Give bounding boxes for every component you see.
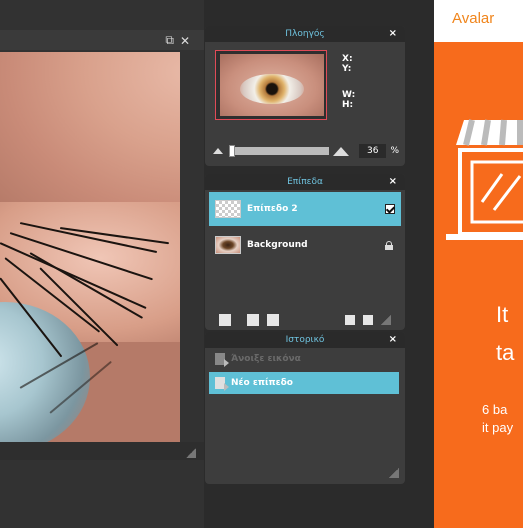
- navigator-header[interactable]: Πλοηγός ×: [205, 26, 405, 42]
- trash-icon[interactable]: [363, 315, 373, 325]
- zoom-slider-handle[interactable]: [229, 145, 235, 157]
- ad-subtext: 6 ba it pay: [482, 401, 513, 437]
- resize-grip-icon[interactable]: [389, 468, 399, 478]
- layer-name: Background: [247, 240, 308, 250]
- resize-grip-icon[interactable]: [381, 315, 391, 325]
- history-item-new-layer[interactable]: Νέο επίπεδο: [209, 372, 399, 394]
- workspace-gap: [405, 0, 434, 528]
- resize-grip-icon[interactable]: [186, 448, 196, 458]
- ad-header: Avalar: [434, 0, 523, 42]
- history-header[interactable]: Ιστορικό ×: [205, 332, 405, 348]
- history-item-open-image[interactable]: Άνοιξε εικόνα: [209, 348, 399, 370]
- navigator-coordinates: X: Y: W: H:: [342, 54, 355, 110]
- lock-icon: [385, 240, 393, 250]
- ad-subtext-line: 6 ba: [482, 402, 508, 417]
- navigator-panel: Πλοηγός × X: Y: W: H: 36 %: [205, 26, 405, 166]
- history-step-icon: [215, 377, 229, 391]
- layer-row-background[interactable]: Background: [209, 228, 401, 262]
- layer-thumbnail: [215, 236, 241, 254]
- layer-row-layer2[interactable]: Επίπεδο 2: [209, 192, 401, 226]
- history-panel: Ιστορικό × Άνοιξε εικόνα Νέο επίπεδο: [205, 332, 405, 484]
- layer-effects-icon[interactable]: [267, 314, 279, 326]
- layer-name: Επίπεδο 2: [247, 204, 298, 214]
- x-label: X:: [342, 54, 353, 64]
- ad-subtext-line: it pay: [482, 420, 514, 435]
- navigator-title: Πλοηγός: [285, 29, 325, 39]
- layer-settings-icon[interactable]: [219, 314, 231, 326]
- zoom-in-icon[interactable]: [333, 146, 349, 156]
- layer-visibility-checkbox[interactable]: [385, 204, 395, 214]
- close-document-icon[interactable]: ✕: [180, 34, 190, 48]
- history-close-button[interactable]: ×: [389, 332, 397, 348]
- ad-headline-line: ta: [496, 340, 515, 365]
- restore-window-icon[interactable]: ⧉: [165, 33, 174, 48]
- history-title: Ιστορικό: [285, 335, 325, 345]
- w-label: W:: [342, 90, 356, 100]
- h-label: H:: [342, 100, 354, 110]
- zoom-value-input[interactable]: 36: [359, 144, 387, 158]
- new-layer-icon[interactable]: [345, 315, 355, 325]
- zoom-out-icon[interactable]: [213, 148, 223, 154]
- layers-toolbar: [205, 310, 405, 330]
- advertisement-panel[interactable]: Avalar It ta 6 ba it pay: [434, 0, 523, 528]
- document-statusbar: [0, 442, 204, 460]
- ad-logo[interactable]: Avalar: [452, 10, 494, 27]
- document-window: ⧉ ✕: [0, 0, 204, 528]
- layers-title: Επίπεδα: [287, 177, 323, 187]
- layer-thumbnail: [215, 200, 241, 218]
- ad-headline-line: It: [496, 302, 509, 327]
- navigator-eye-image: [240, 74, 304, 104]
- navigator-thumbnail[interactable]: [215, 50, 327, 120]
- document-titlebar: ⧉ ✕: [0, 30, 204, 50]
- layers-panel: Επίπεδα × Επίπεδο 2 Background: [205, 174, 405, 330]
- layers-close-button[interactable]: ×: [389, 174, 397, 190]
- zoom-unit-label: %: [390, 146, 399, 156]
- zoom-controls: 36 %: [213, 144, 399, 158]
- navigator-thumbnail-image: [220, 54, 324, 116]
- image-canvas[interactable]: [0, 52, 180, 442]
- history-item-label: Νέο επίπεδο: [231, 378, 293, 388]
- storefront-icon: [446, 119, 523, 240]
- layers-header[interactable]: Επίπεδα ×: [205, 174, 405, 190]
- layer-mask-icon[interactable]: [247, 314, 259, 326]
- history-step-icon: [215, 353, 229, 367]
- ad-headline: It ta: [496, 296, 514, 372]
- zoom-slider[interactable]: [229, 145, 329, 157]
- navigator-close-button[interactable]: ×: [389, 26, 397, 42]
- history-item-label: Άνοιξε εικόνα: [231, 354, 301, 364]
- y-label: Y:: [342, 64, 352, 74]
